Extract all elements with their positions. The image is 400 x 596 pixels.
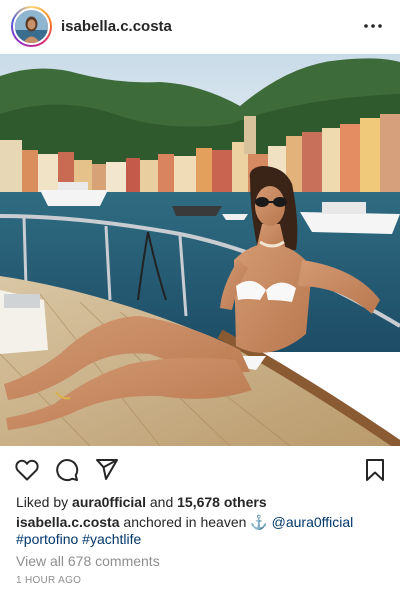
avatar[interactable] [11,5,52,47]
save-button[interactable] [362,457,388,483]
likes-connector: and [149,494,174,510]
likes-prefix: Liked by [16,494,69,510]
caption-mention[interactable]: @aura0fficial [272,514,354,530]
paper-plane-icon [96,459,118,480]
hashtag-portofino[interactable]: #portofino [16,531,78,547]
view-comments-link[interactable]: View all 678 comments [16,553,160,569]
post-username[interactable]: isabella.c.costa [61,18,172,35]
caption-username[interactable]: isabella.c.costa [16,514,120,530]
post-photo[interactable] [0,54,400,446]
post-caption: isabella.c.costa anchored in heaven ⚓ @a… [16,514,388,548]
heart-icon [15,459,39,481]
like-button[interactable] [14,457,40,483]
likes-user[interactable]: aura0fficial [72,494,146,510]
post-header: isabella.c.costa [0,0,400,52]
caption-text: anchored in heaven [123,514,247,530]
anchor-emoji: ⚓ [250,514,268,530]
likes-summary: Liked by aura0fficial and 15,678 others [16,494,267,510]
hashtag-yachtlife[interactable]: #yachtlife [82,531,141,547]
likes-others[interactable]: 15,678 others [177,494,267,510]
bookmark-icon [366,459,384,481]
comment-icon [56,459,79,482]
post-actions [0,452,400,488]
more-horizontal-icon [364,24,382,28]
comment-button[interactable] [54,457,80,483]
share-button[interactable] [94,457,120,483]
more-options-button[interactable] [360,16,386,36]
post-timestamp: 1 HOUR AGO [16,575,82,586]
avatar-image [13,7,50,45]
